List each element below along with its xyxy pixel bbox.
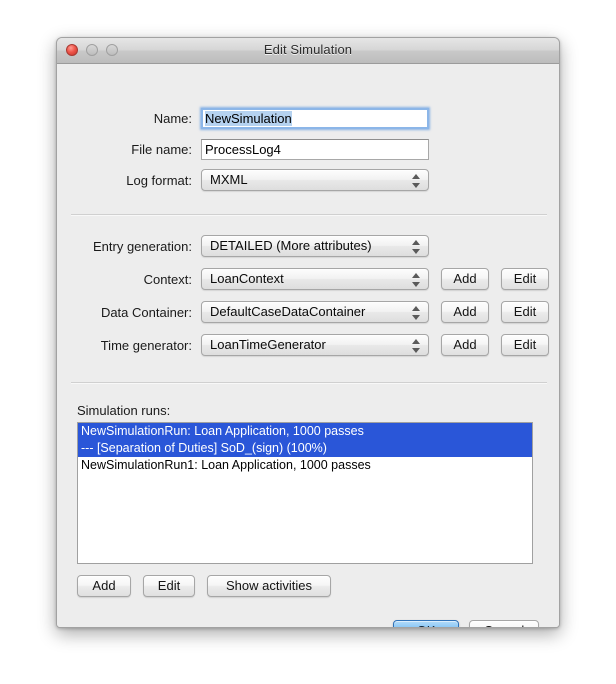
list-item[interactable]: NewSimulationRun1: Loan Application, 100… [78, 457, 532, 474]
entry-generation-value: DETAILED (More attributes) [210, 238, 372, 253]
runs-edit-button[interactable]: Edit [143, 575, 195, 597]
desktop-background: Edit Simulation Name: NewSimulation File… [0, 0, 616, 684]
runs-add-button[interactable]: Add [77, 575, 131, 597]
context-row: Context: LoanContext Add Edit [57, 268, 549, 290]
simulation-runs-list[interactable]: NewSimulationRun: Loan Application, 1000… [77, 422, 533, 564]
edit-simulation-dialog: Edit Simulation Name: NewSimulation File… [56, 37, 560, 628]
time-generator-add-button[interactable]: Add [441, 334, 489, 356]
name-input-value: NewSimulation [205, 110, 292, 126]
log-format-value: MXML [210, 172, 248, 187]
name-label: Name: [153, 110, 192, 126]
file-name-row: File name: ProcessLog4 [57, 138, 429, 160]
name-input[interactable]: NewSimulation [201, 107, 429, 129]
ok-button[interactable]: OK [393, 620, 459, 627]
context-label: Context: [143, 271, 192, 287]
name-row: Name: NewSimulation [57, 107, 429, 129]
simulation-runs-label: Simulation runs: [77, 403, 171, 418]
list-action-buttons: Add Edit Show activities [77, 575, 331, 597]
context-add-button[interactable]: Add [441, 268, 489, 290]
stepper-arrows-icon [412, 272, 421, 288]
time-generator-value: LoanTimeGenerator [210, 337, 326, 352]
dialog-action-buttons: OK Cancel [393, 620, 539, 627]
show-activities-button[interactable]: Show activities [207, 575, 331, 597]
entry-generation-label: Entry generation: [92, 238, 192, 254]
file-name-input[interactable]: ProcessLog4 [201, 138, 429, 160]
entry-generation-row: Entry generation: DETAILED (More attribu… [57, 235, 429, 257]
file-name-input-value: ProcessLog4 [205, 141, 281, 157]
time-generator-select[interactable]: LoanTimeGenerator [201, 334, 429, 356]
list-item[interactable]: --- [Separation of Duties] SoD_(sign) (1… [78, 440, 532, 457]
file-name-label: File name: [131, 141, 192, 157]
log-format-select[interactable]: MXML [201, 169, 429, 191]
time-generator-row: Time generator: LoanTimeGenerator Add Ed… [57, 334, 549, 356]
context-select[interactable]: LoanContext [201, 268, 429, 290]
window-title: Edit Simulation [263, 42, 353, 57]
data-container-edit-button[interactable]: Edit [501, 301, 549, 323]
context-value: LoanContext [210, 271, 284, 286]
data-container-label: Data Container: [100, 304, 192, 320]
data-container-select[interactable]: DefaultCaseDataContainer [201, 301, 429, 323]
stepper-arrows-icon [412, 239, 421, 255]
data-container-value: DefaultCaseDataContainer [210, 304, 366, 319]
window-titlebar[interactable]: Edit Simulation [57, 38, 559, 64]
dialog-content: Name: NewSimulation File name: ProcessLo… [57, 64, 559, 627]
cancel-button[interactable]: Cancel [469, 620, 539, 627]
list-item[interactable]: NewSimulationRun: Loan Application, 1000… [78, 423, 532, 440]
time-generator-label: Time generator: [100, 337, 192, 353]
context-edit-button[interactable]: Edit [501, 268, 549, 290]
data-container-row: Data Container: DefaultCaseDataContainer… [57, 301, 549, 323]
stepper-arrows-icon [412, 305, 421, 321]
stepper-arrows-icon [412, 338, 421, 354]
stepper-arrows-icon [412, 173, 421, 189]
data-container-add-button[interactable]: Add [441, 301, 489, 323]
section-divider-bottom [71, 382, 547, 384]
section-divider-top [71, 214, 547, 216]
log-format-row: Log format: MXML [57, 169, 429, 191]
log-format-label: Log format: [126, 172, 192, 188]
entry-generation-select[interactable]: DETAILED (More attributes) [201, 235, 429, 257]
time-generator-edit-button[interactable]: Edit [501, 334, 549, 356]
